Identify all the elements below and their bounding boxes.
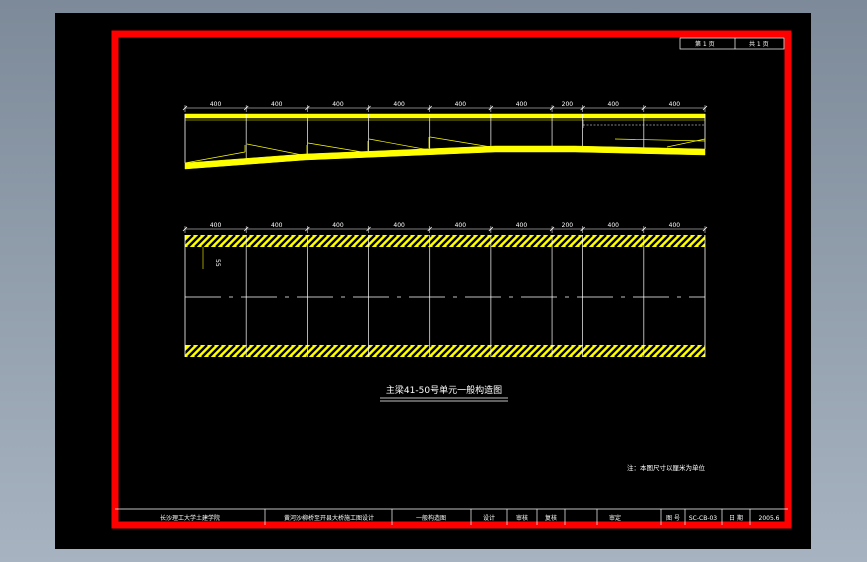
page-total: 共 1 页 — [749, 40, 769, 48]
elevation-view: 400 400 400 400 400 400 200 400 400 — [182, 101, 708, 170]
dim-label: 400 — [271, 222, 283, 229]
hatch-line — [706, 235, 718, 247]
drawing-title-block: 主梁41-50号单元一般构造图 — [380, 384, 508, 402]
dim-label: 200 — [562, 101, 574, 108]
dim-label: 400 — [455, 101, 467, 108]
dim-label: 400 — [455, 222, 467, 229]
tb-date: 2005.6 — [759, 515, 780, 522]
dim-label: 400 — [271, 101, 283, 108]
dim-label: 400 — [332, 101, 344, 108]
side-dim: 55 — [214, 259, 221, 267]
dim-label: 400 — [516, 101, 528, 108]
tb-school: 长沙理工大学土建学院 — [160, 514, 220, 522]
drawing-title: 主梁41-50号单元一般构造图 — [386, 384, 502, 396]
tb-check: 复核 — [545, 514, 557, 522]
cad-drawing: 第 1 页 共 1 页 400 400 400 400 400 400 200 400 400 — [111, 30, 792, 529]
top-slab — [184, 113, 706, 119]
dim-label: 400 — [516, 222, 528, 229]
dim-label: 400 — [608, 101, 620, 108]
cad-viewport[interactable]: 第 1 页 共 1 页 400 400 400 400 400 400 200 400 400 — [55, 13, 811, 549]
tb-review: 审核 — [516, 514, 528, 522]
tb-figure-no-label: 图 号 — [666, 515, 680, 522]
tb-drawing-name: 一般构造图 — [416, 514, 446, 522]
dim-label: 400 — [393, 101, 405, 108]
dim-label: 400 — [669, 222, 681, 229]
tb-design: 设计 — [483, 514, 495, 522]
tb-approve: 审定 — [609, 514, 621, 522]
hatch-line — [713, 235, 725, 247]
dim-label: 400 — [332, 222, 344, 229]
hatch-line — [713, 345, 725, 357]
page-no: 第 1 页 — [695, 40, 715, 48]
dim-label: 400 — [393, 222, 405, 229]
dim-label: 400 — [669, 101, 681, 108]
hatch-line — [706, 345, 718, 357]
bottom-slab — [184, 145, 706, 170]
tb-date-label: 日 期 — [729, 514, 743, 522]
tb-figure-no: SC-CB-03 — [689, 515, 717, 522]
tb-project: 黄河沙柳桥至开县大桥施工图设计 — [284, 514, 374, 522]
unit-note: 注：本图尺寸以厘米为单位 — [627, 463, 706, 472]
dim-label: 400 — [210, 222, 222, 229]
dim-label: 400 — [608, 222, 620, 229]
dim-label: 200 — [562, 222, 574, 229]
dim-label: 400 — [210, 101, 222, 108]
page-number-box: 第 1 页 共 1 页 — [679, 37, 785, 50]
plan-view: 400 400 400 400 400 400 200 400 400 55 — [182, 222, 725, 357]
